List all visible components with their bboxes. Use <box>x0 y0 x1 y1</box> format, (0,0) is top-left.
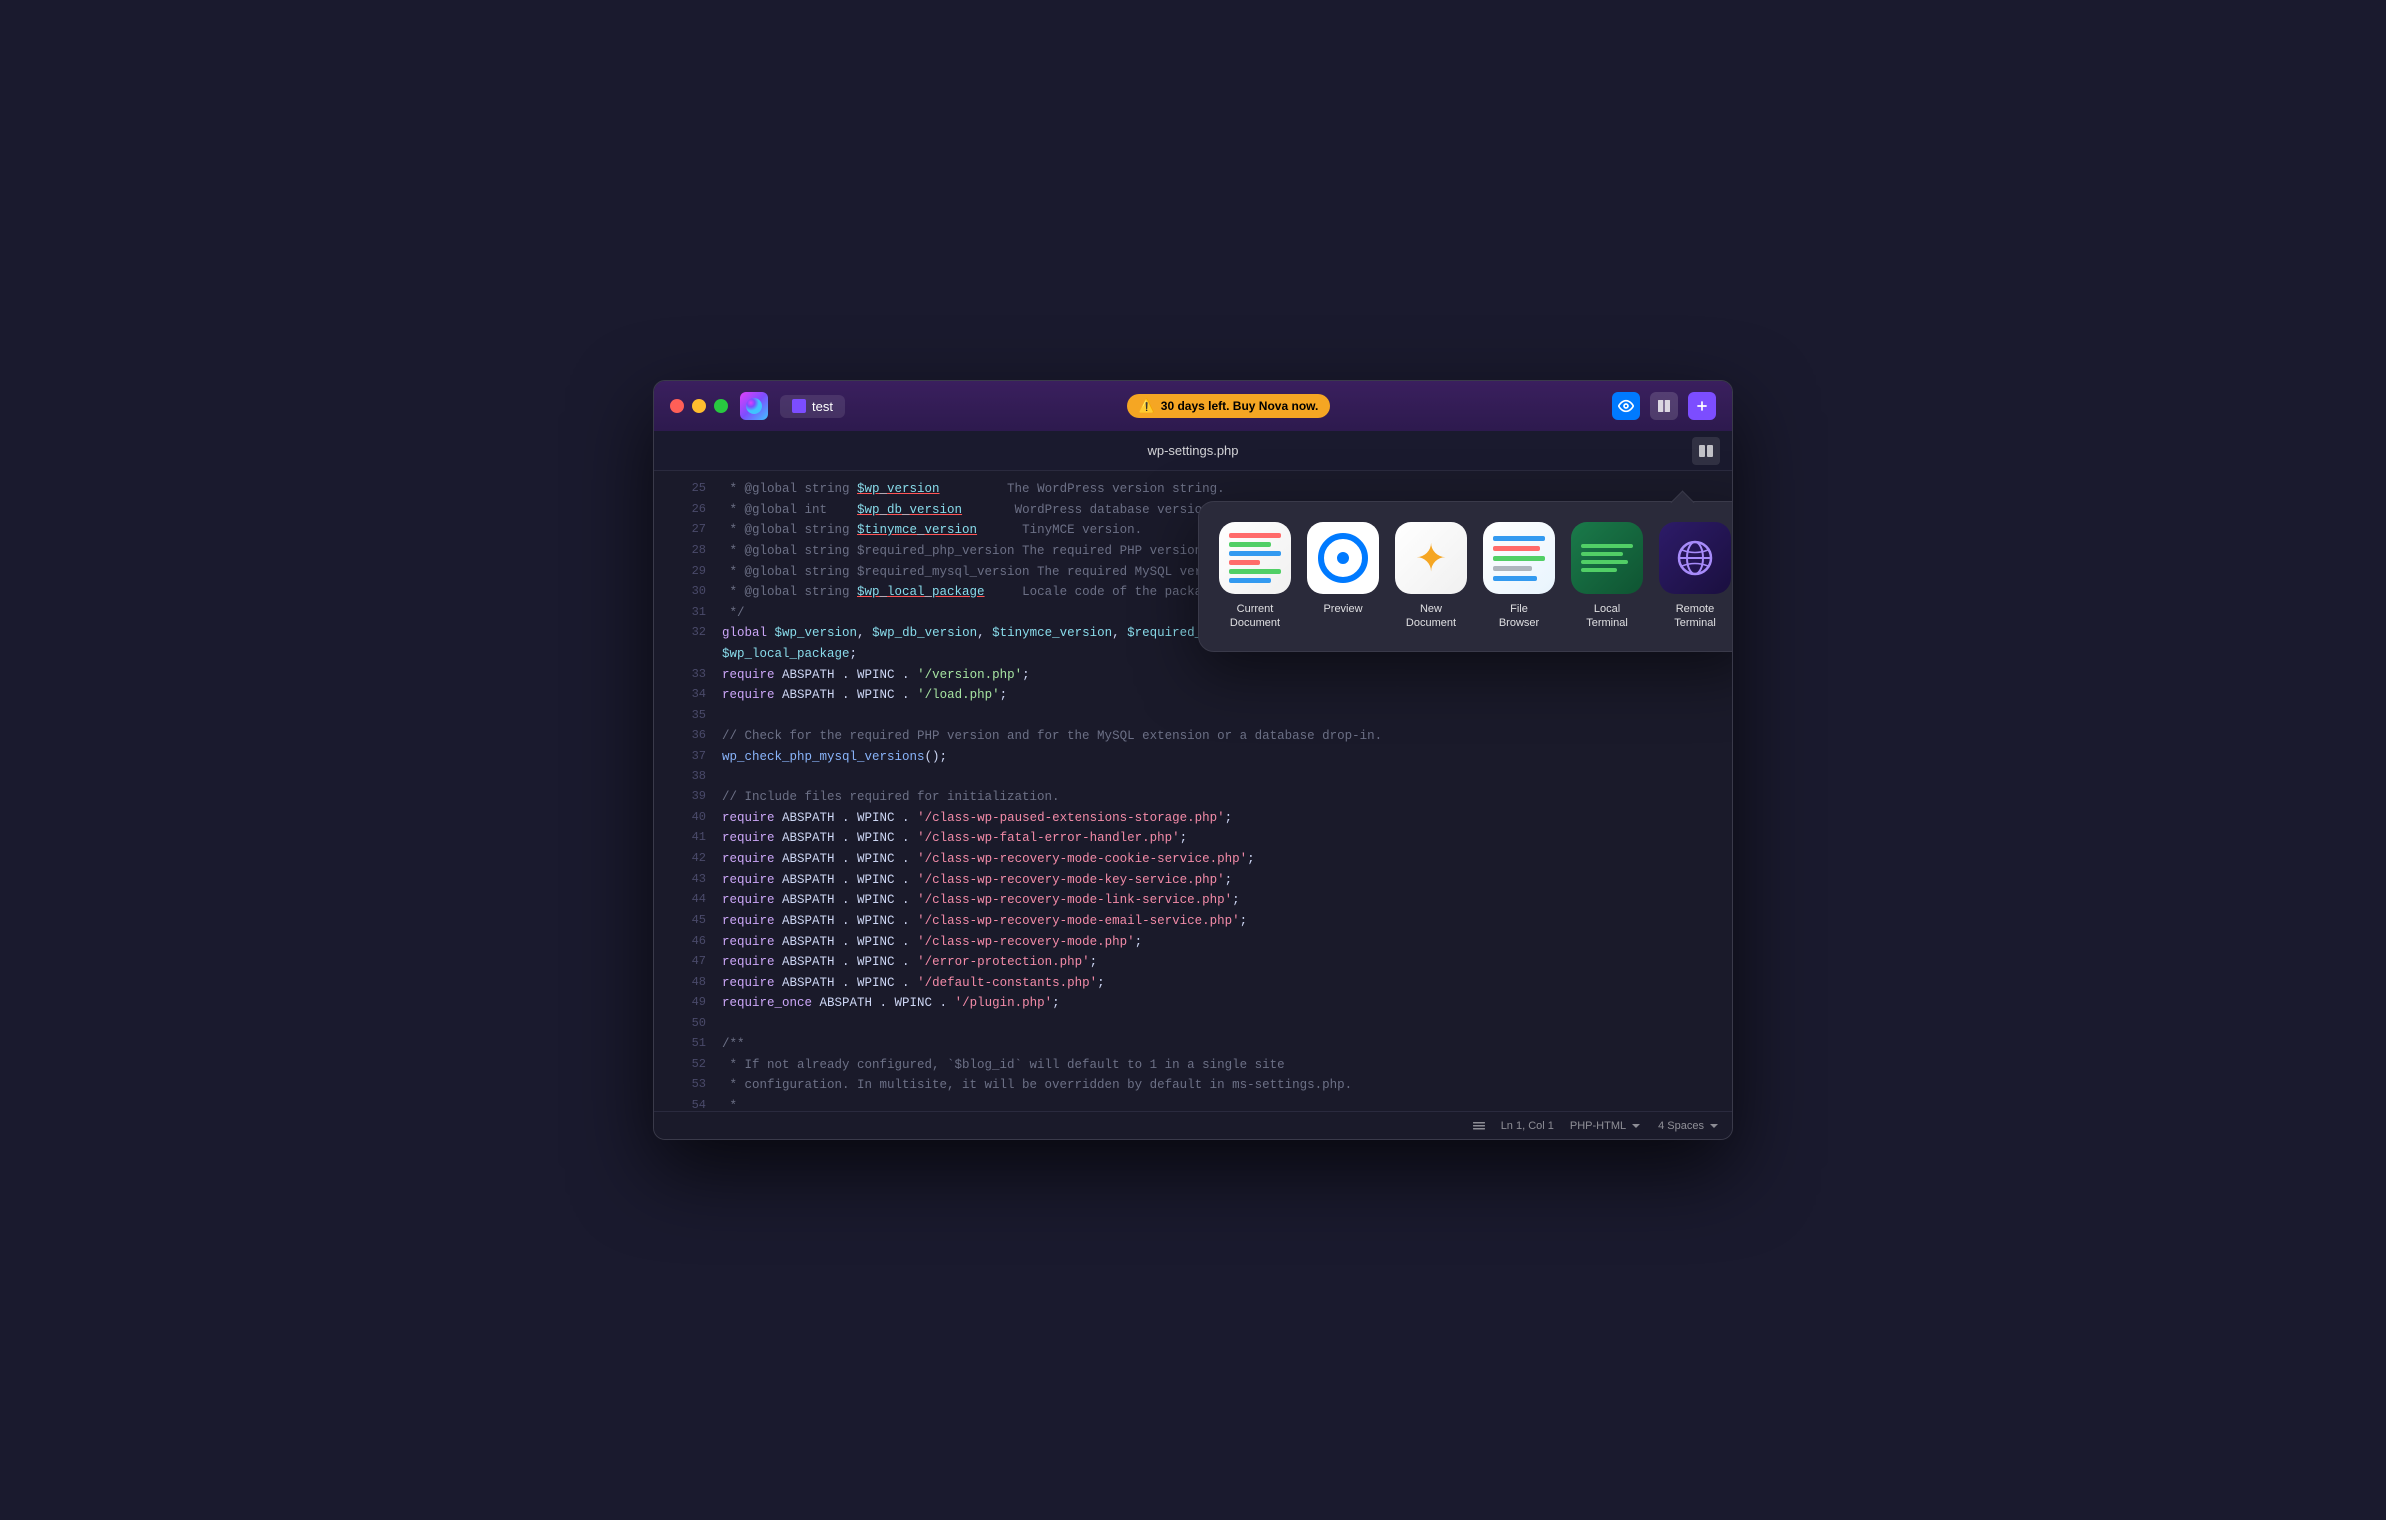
code-line: 38 <box>654 767 1732 787</box>
code-line: 50 <box>654 1014 1732 1034</box>
add-panel-button[interactable] <box>1688 392 1716 420</box>
code-line: 37 wp_check_php_mysql_versions(); <box>654 747 1732 768</box>
panel-item-new-document[interactable]: ✦ NewDocument <box>1391 518 1471 635</box>
code-line: 51 /** <box>654 1034 1732 1055</box>
window-layout-button[interactable] <box>1650 392 1678 420</box>
status-position[interactable]: Ln 1, Col 1 <box>1501 1120 1554 1132</box>
close-button[interactable] <box>670 399 684 413</box>
code-line: 52 * If not already configured, `$blog_i… <box>654 1055 1732 1076</box>
notification-text: 30 days left. Buy Nova now. <box>1161 399 1319 413</box>
preview-eye-button[interactable] <box>1612 392 1640 420</box>
panel-item-label: CurrentDocument <box>1230 602 1280 631</box>
panel-switcher-popup: CurrentDocument Preview ✦ NewDocument <box>1198 501 1733 652</box>
code-line: 35 <box>654 706 1732 726</box>
titlebar: test ⚠️ 30 days left. Buy Nova now. <box>654 381 1732 431</box>
panel-item-label: RemoteTerminal <box>1674 602 1716 631</box>
code-line: 54 * <box>654 1096 1732 1111</box>
code-line: 39 // Include files required for initial… <box>654 787 1732 808</box>
notification-banner[interactable]: ⚠️ 30 days left. Buy Nova now. <box>1127 394 1331 418</box>
status-language[interactable]: PHP-HTML <box>1570 1120 1642 1132</box>
nova-app-icon <box>740 392 768 420</box>
status-indent[interactable]: 4 Spaces <box>1658 1120 1720 1132</box>
panel-item-local-terminal[interactable]: LocalTerminal <box>1567 518 1647 635</box>
panel-item-current-document[interactable]: CurrentDocument <box>1215 518 1295 635</box>
new-document-icon: ✦ <box>1395 522 1467 594</box>
code-line: 44 require ABSPATH . WPINC . '/class-wp-… <box>654 890 1732 911</box>
minimize-button[interactable] <box>692 399 706 413</box>
status-menu-icon <box>1473 1120 1485 1132</box>
panel-item-label: Preview <box>1323 602 1362 616</box>
panel-item-label: LocalTerminal <box>1586 602 1628 631</box>
local-terminal-icon <box>1571 522 1643 594</box>
code-line: 40 require ABSPATH . WPINC . '/class-wp-… <box>654 808 1732 829</box>
preview-icon <box>1307 522 1379 594</box>
code-line: 42 require ABSPATH . WPINC . '/class-wp-… <box>654 849 1732 870</box>
remote-terminal-icon <box>1659 522 1731 594</box>
titlebar-center: ⚠️ 30 days left. Buy Nova now. <box>857 394 1600 418</box>
code-line: 49 require_once ABSPATH . WPINC . '/plug… <box>654 993 1732 1014</box>
code-line: 36 // Check for the required PHP version… <box>654 726 1732 747</box>
star-icon: ✦ <box>1415 536 1447 581</box>
tab-file-icon <box>792 399 806 413</box>
current-document-icon <box>1219 522 1291 594</box>
panel-item-file-browser[interactable]: FileBrowser <box>1479 518 1559 635</box>
code-line: 53 * configuration. In multisite, it wil… <box>654 1075 1732 1096</box>
panel-item-preview[interactable]: Preview <box>1303 518 1383 635</box>
code-line: 48 require ABSPATH . WPINC . '/default-c… <box>654 973 1732 994</box>
preview-eye-inner <box>1332 547 1354 569</box>
file-browser-icon <box>1483 522 1555 594</box>
code-line: 34 require ABSPATH . WPINC . '/load.php'… <box>654 685 1732 706</box>
code-line: 45 require ABSPATH . WPINC . '/class-wp-… <box>654 911 1732 932</box>
warning-icon: ⚠️ <box>1139 398 1155 414</box>
panel-item-label: NewDocument <box>1406 602 1456 631</box>
current-tab[interactable]: test <box>780 395 845 418</box>
maximize-button[interactable] <box>714 399 728 413</box>
panel-item-label: FileBrowser <box>1499 602 1539 631</box>
doc-lines-decoration <box>1219 523 1291 593</box>
panel-item-remote-terminal[interactable]: RemoteTerminal <box>1655 518 1733 635</box>
main-window: test ⚠️ 30 days left. Buy Nova now. <box>653 380 1733 1140</box>
status-bar: Ln 1, Col 1 PHP-HTML 4 Spaces <box>654 1111 1732 1139</box>
code-line: 46 require ABSPATH . WPINC . '/class-wp-… <box>654 932 1732 953</box>
code-line: 43 require ABSPATH . WPINC . '/class-wp-… <box>654 870 1732 891</box>
traffic-lights <box>670 399 728 413</box>
filename-label: wp-settings.php <box>1147 443 1238 458</box>
preview-eye-outer <box>1318 533 1368 583</box>
code-line: 41 require ABSPATH . WPINC . '/class-wp-… <box>654 828 1732 849</box>
panel-toggle-button[interactable] <box>1692 437 1720 465</box>
code-line: 25 * @global string $wp_version The Word… <box>654 479 1732 500</box>
tab-label: test <box>812 399 833 414</box>
titlebar-actions <box>1612 392 1716 420</box>
filename-bar: wp-settings.php <box>654 431 1732 471</box>
code-line: 33 require ABSPATH . WPINC . '/version.p… <box>654 665 1732 686</box>
code-line: 47 require ABSPATH . WPINC . '/error-pro… <box>654 952 1732 973</box>
